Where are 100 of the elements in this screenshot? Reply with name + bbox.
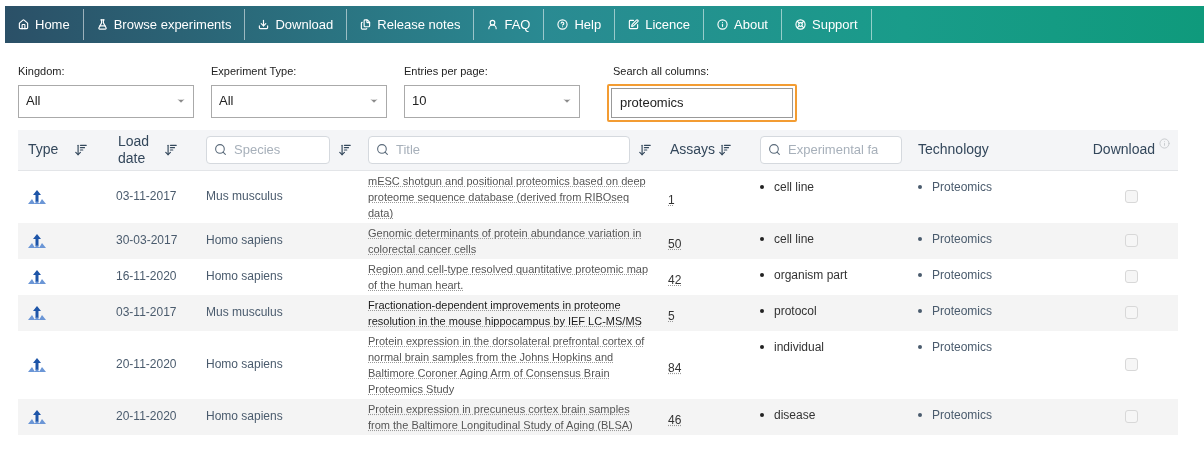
assays-link[interactable]: 1	[668, 192, 675, 209]
edit-icon	[628, 19, 640, 30]
column-filter-field[interactable]: Species	[206, 135, 330, 164]
species-cell-text: Homo sapiens	[205, 232, 284, 249]
sort-icon[interactable]	[638, 142, 652, 157]
flask-icon	[96, 19, 108, 30]
column-header[interactable]: Type	[28, 141, 59, 158]
sort-icon[interactable]	[718, 142, 732, 157]
assays-link[interactable]: 84	[668, 360, 682, 377]
title-link[interactable]: Protein expression in the dorsolateral prefrontal cortex of normal brain samples from the Johns Hopkins and Baltimore Coroner Aging Arm of Consensus Brain Proteomics Study	[368, 332, 652, 397]
bullet-icon	[760, 345, 764, 349]
column-header[interactable]: Assays	[670, 141, 716, 158]
nav-item[interactable]: Download	[245, 9, 348, 40]
proteomics-icon	[28, 408, 46, 425]
download-checkbox[interactable]	[1125, 270, 1138, 283]
bullet-icon	[918, 413, 922, 417]
bullet-icon	[918, 237, 922, 241]
column-header: Technology	[918, 140, 989, 159]
nav-item[interactable]: Release notes	[347, 9, 475, 40]
download-checkbox[interactable]	[1125, 410, 1138, 423]
date-cell-text: 20-11-2020	[115, 356, 178, 373]
title-link[interactable]: Genomic determinants of protein abundance variation in colorectal cancer cells	[368, 224, 652, 257]
bullet-icon	[918, 185, 922, 189]
nav-item[interactable]: Licence	[615, 9, 704, 40]
date-cell-text: 03-11-2017	[115, 304, 178, 321]
bullet-icon	[760, 185, 764, 189]
search-label: Search all columns:	[613, 64, 710, 79]
date-cell-text: 30-03-2017	[115, 232, 179, 249]
info-icon	[717, 19, 728, 30]
date-cell-text: 16-11-2020	[115, 268, 178, 285]
bullet-icon	[760, 237, 764, 241]
assays-link[interactable]: 5	[668, 308, 675, 325]
proteomics-icon	[28, 304, 46, 321]
help-icon	[557, 19, 569, 30]
column-header[interactable]: Load date	[118, 132, 164, 167]
title-link[interactable]: Region and cell-type resolved quantitative proteomic map of the human heart.	[368, 260, 652, 293]
proteomics-icon	[28, 356, 46, 373]
dropdown[interactable]: All	[211, 84, 387, 118]
title-link[interactable]: Fractionation-dependent improvements in proteome resolution in the mouse hippocampus by IEF LC-MS/MS	[368, 296, 652, 329]
nav-item[interactable]: About	[704, 9, 782, 40]
date-cell-text: 03-11-2017	[115, 188, 178, 205]
search-icon	[768, 142, 781, 156]
download-checkbox[interactable]	[1125, 358, 1138, 371]
sort-icon[interactable]	[164, 142, 178, 157]
nav-item[interactable]: Support	[782, 9, 872, 40]
search-icon	[376, 142, 389, 156]
species-cell-text: Homo sapiens	[205, 268, 284, 285]
technology-link[interactable]: Proteomics	[932, 178, 993, 196]
technology-link[interactable]: Proteomics	[932, 266, 993, 284]
factor-cell: cell line	[774, 178, 815, 196]
bullet-icon	[760, 273, 764, 277]
title-link[interactable]: Protein expression in precuneus cortex brain samples from the Baltimore Longitudinal Study of Aging (BLSA)	[368, 400, 652, 433]
factor-cell: disease	[774, 406, 816, 424]
download-checkbox[interactable]	[1125, 190, 1138, 203]
table-row[interactable]: 03-11-2017 Mus musculus Fractionation-dependent improvements in proteome resolution in the mouse hippocampus by IEF LC-MS/MS 5 protocol Proteomics	[18, 294, 1178, 331]
proteomics-icon	[28, 268, 46, 285]
species-cell-text: Mus musculus	[205, 188, 284, 205]
technology-link[interactable]: Proteomics	[932, 230, 993, 248]
bullet-icon	[760, 413, 764, 417]
table-row[interactable]: 20-11-2020 Homo sapiens Protein expression in precuneus cortex brain samples from the Baltimore Longitudinal Study of Aging (BLSA) 46 disease Proteomics	[18, 398, 1178, 435]
bullet-icon	[918, 345, 922, 349]
sort-icon[interactable]	[338, 142, 352, 157]
factor-cell: protocol	[774, 302, 817, 320]
assays-link[interactable]: 50	[668, 236, 682, 253]
column-filter-field[interactable]: Experimental fa	[760, 135, 902, 164]
technology-link[interactable]: Proteomics	[932, 302, 993, 320]
factor-cell: organism part	[774, 266, 848, 284]
table-row[interactable]: 30-03-2017 Homo sapiens Genomic determinants of protein abundance variation in colorectal cancer cells 50 cell line Proteomics	[18, 222, 1178, 259]
species-cell-text: Homo sapiens	[205, 408, 284, 425]
column-header: Download	[1092, 140, 1155, 159]
download-checkbox[interactable]	[1125, 306, 1138, 319]
nav-item[interactable]: Help	[544, 9, 616, 40]
dropdown[interactable]: 10	[404, 84, 580, 118]
info-icon[interactable]	[1159, 138, 1170, 149]
nav-item[interactable]: Home	[5, 9, 84, 40]
nav-item[interactable]: Browse experiments	[83, 9, 246, 40]
nav-item[interactable]: FAQ	[474, 9, 545, 40]
dropdown[interactable]: All	[18, 84, 194, 118]
dropdown-caret-icon	[176, 96, 186, 106]
assays-link[interactable]: 42	[668, 272, 682, 289]
dropdown-caret-icon	[369, 96, 379, 106]
bullet-icon	[918, 309, 922, 313]
download-checkbox[interactable]	[1125, 234, 1138, 247]
filter-label: Kingdom:	[18, 64, 66, 79]
dropdown-caret-icon	[562, 96, 572, 106]
download-icon	[258, 19, 270, 30]
proteomics-icon	[28, 188, 46, 205]
column-filter-field[interactable]: Title	[368, 135, 630, 164]
assays-link[interactable]: 46	[668, 412, 682, 429]
search-field[interactable]: proteomics	[611, 87, 793, 118]
bullet-icon	[918, 273, 922, 277]
bullet-icon	[760, 309, 764, 313]
technology-link[interactable]: Proteomics	[932, 406, 993, 424]
technology-link[interactable]: Proteomics	[932, 338, 993, 356]
species-cell-text: Mus musculus	[205, 304, 284, 321]
documents-icon	[360, 19, 372, 30]
factor-cell: individual	[774, 338, 825, 356]
sort-icon[interactable]	[74, 142, 88, 157]
proteomics-icon	[28, 232, 46, 249]
title-link[interactable]: mESC shotgun and positional proteomics based on deep proteome sequence database (derived from RIBOseq data)	[368, 172, 652, 221]
